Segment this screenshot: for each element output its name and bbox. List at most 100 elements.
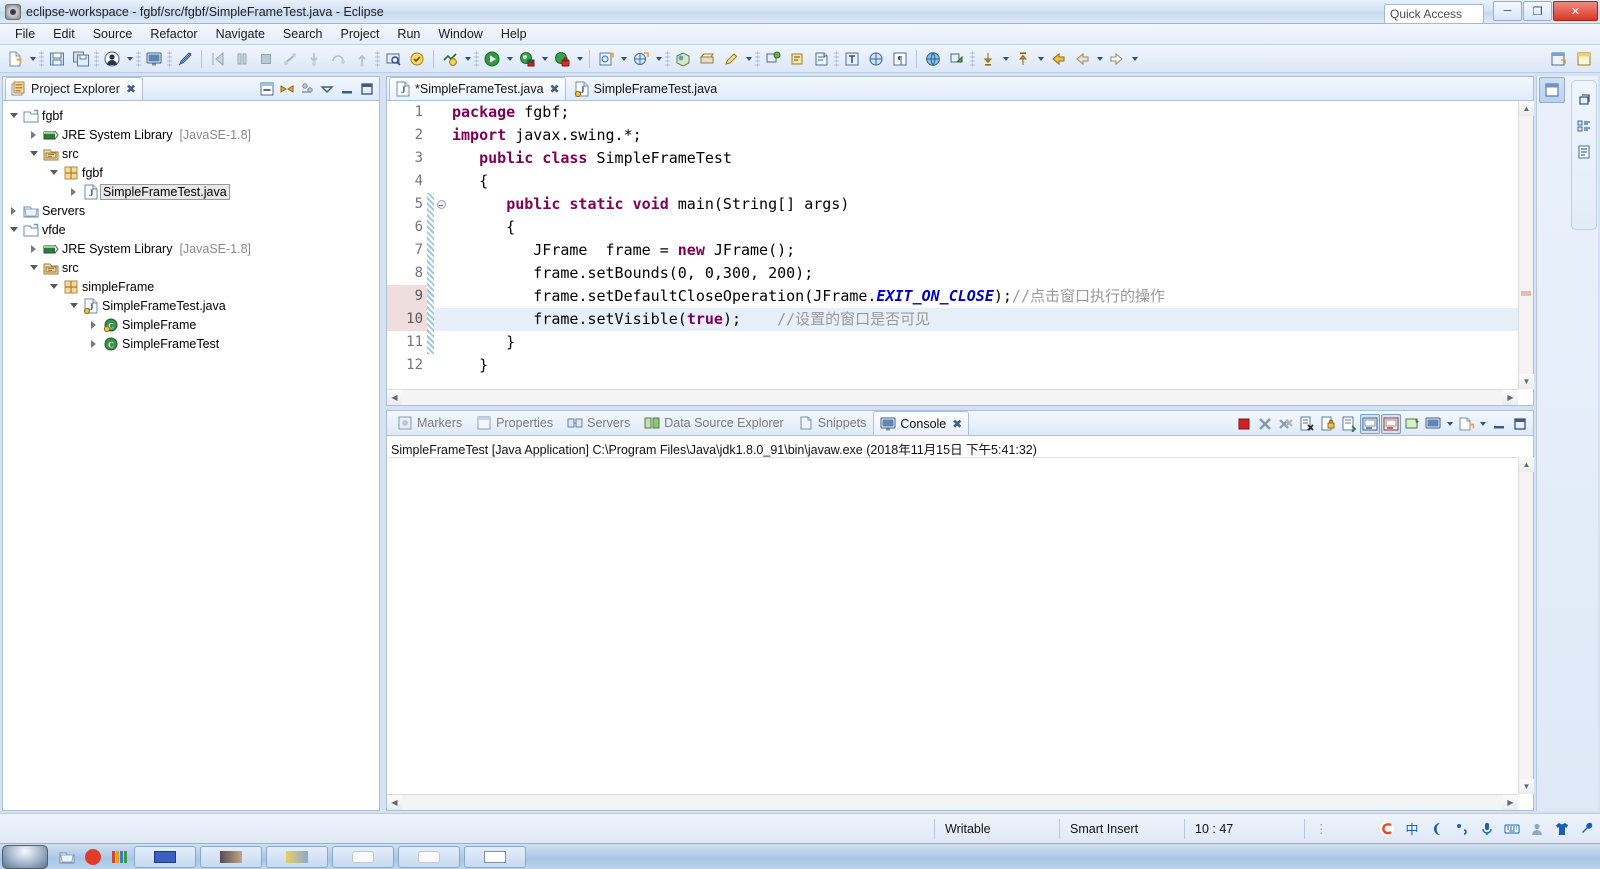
toggle-mark-occurrences-icon[interactable] [174,48,196,70]
minimize-button[interactable]: ─ [1493,1,1522,21]
show-whitespace-icon[interactable] [865,48,887,70]
tab-project-explorer[interactable]: Project Explorer ✖ [5,77,143,100]
console-scroll-down-arrow[interactable]: ▼ [1519,779,1534,794]
suspend-icon[interactable] [231,48,253,70]
collapse-arrow-icon[interactable] [7,223,20,236]
console-output-area[interactable] [388,457,1517,793]
tree-item[interactable]: J SimpleFrameTest.java [3,296,379,315]
maximize-console-icon[interactable] [1510,414,1530,434]
voice-input-icon[interactable] [1478,820,1496,838]
collapse-arrow-icon[interactable] [27,147,40,160]
link-explorer-icon[interactable] [946,48,968,70]
code-line[interactable]: 8 frame.setBounds(0, 0,300, 200); [387,262,1533,285]
prev-dropdown-arrow[interactable] [1035,48,1046,70]
new-dropdown-arrow[interactable] [27,48,38,70]
open-web-browser-icon[interactable] [672,48,694,70]
terminate-icon[interactable] [1234,414,1254,434]
new-snippet-icon[interactable] [720,48,742,70]
expand-arrow-icon[interactable] [27,242,40,255]
code-line[interactable]: 9 frame.setDefaultCloseOperation(JFrame.… [387,285,1533,308]
view-menu-icon[interactable] [317,79,336,98]
code-line[interactable]: 1 package fgbf; [387,101,1533,124]
save-all-icon[interactable] [70,48,92,70]
menu-project[interactable]: Project [332,25,389,43]
next-annotation-icon[interactable] [762,48,784,70]
display-selected-console-icon[interactable] [1423,414,1443,434]
tree-item[interactable]: JRE System Library [JavaSE-1.8] [3,239,379,258]
start-button[interactable] [2,844,48,869]
scroll-left-arrow[interactable]: ◀ [387,390,402,405]
tree-item[interactable]: fgbf [3,163,379,182]
java-ee-perspective-icon[interactable] [1573,48,1595,70]
remove-all-launches-icon[interactable] [1276,414,1296,434]
tree-item[interactable]: src [3,258,379,277]
menu-run[interactable]: Run [388,25,429,43]
step-over-icon[interactable] [327,48,349,70]
console-horizontal-scrollbar[interactable]: ◀ ▶ [387,794,1518,810]
user-center-icon[interactable] [1528,820,1546,838]
minimize-console-icon[interactable] [1489,414,1509,434]
collapse-arrow-icon[interactable] [27,261,40,274]
code-line[interactable]: 11 } [387,331,1533,354]
expand-arrow-icon[interactable] [7,204,20,217]
quick-launch-media[interactable] [82,846,104,868]
console-tab[interactable]: Data Source Explorer [637,411,791,435]
menu-help[interactable]: Help [492,25,536,43]
tree-item[interactable]: J SimpleFrameTest.java [3,182,379,201]
next-dropdown-arrow[interactable] [1000,48,1011,70]
skin-icon[interactable] [1553,820,1571,838]
quick-launch-colors[interactable] [108,846,130,868]
remove-launch-icon[interactable] [1255,414,1275,434]
forward-dropdown-arrow[interactable] [1129,48,1140,70]
task-window-2[interactable] [200,845,262,868]
task-window-1[interactable] [134,845,196,868]
open-task-icon[interactable] [406,48,428,70]
run-icon[interactable] [481,48,503,70]
code-line[interactable]: 2 import javax.swing.*; [387,124,1533,147]
java-ee-perspective-icon[interactable] [1539,77,1565,103]
tree-item[interactable]: vfde [3,220,379,239]
link-with-editor-icon[interactable] [277,79,296,98]
close-icon[interactable]: ✖ [550,82,560,96]
editor-vertical-scrollbar[interactable]: ▲ ▼ [1518,101,1534,389]
task-window-6[interactable] [464,845,526,868]
collapse-arrow-icon[interactable] [7,109,20,122]
code-line[interactable]: 10 frame.setVisible(true); //设置的窗口是否可见 [387,308,1533,331]
user-icon[interactable] [101,48,123,70]
soft-keyboard-icon[interactable] [1503,820,1521,838]
save-icon[interactable] [46,48,68,70]
open-console-icon[interactable] [143,48,165,70]
scroll-right-arrow[interactable]: ▶ [1503,390,1518,405]
source-code[interactable]: 1 package fgbf; 2 import javax.swing.*; 3 pu… [387,101,1533,377]
scroll-up-arrow[interactable]: ▲ [1519,101,1534,116]
run-dropdown-arrow[interactable] [504,48,515,70]
console-vertical-scrollbar[interactable]: ▲ ▼ [1518,457,1534,794]
code-line[interactable]: 4 { [387,170,1533,193]
tree-item[interactable]: JRE System Library [JavaSE-1.8] [3,125,379,144]
console-tab[interactable]: Markers [390,411,469,435]
menu-file[interactable]: File [6,25,44,43]
toolbox-icon[interactable] [1578,820,1596,838]
collapse-arrow-icon[interactable] [67,299,80,312]
last-edit-location-icon[interactable] [810,48,832,70]
task-window-5[interactable] [398,845,460,868]
editor-tab[interactable]: J SimpleFrameTest.java [568,77,724,100]
menu-refactor[interactable]: Refactor [141,25,206,43]
console-scroll-up-arrow[interactable]: ▲ [1519,457,1534,472]
clear-console-icon[interactable] [1297,414,1317,434]
console-scroll-right-arrow[interactable]: ▶ [1503,795,1518,810]
new-java-class-icon[interactable] [595,48,617,70]
expand-arrow-icon[interactable] [27,128,40,141]
web-dropdown-arrow[interactable] [743,48,754,70]
collapse-marker-icon[interactable] [434,200,448,209]
expand-arrow-icon[interactable] [87,318,100,331]
expand-arrow-icon[interactable] [67,185,80,198]
menu-window[interactable]: Window [429,25,491,43]
menu-navigate[interactable]: Navigate [207,25,274,43]
console-tab[interactable]: Snippets [791,411,874,435]
moon-icon[interactable] [1428,820,1446,838]
collapse-arrow-icon[interactable] [47,166,60,179]
outline-view-icon[interactable] [1575,117,1593,135]
open-console-icon[interactable] [1456,414,1476,434]
build-all-icon[interactable] [439,48,461,70]
